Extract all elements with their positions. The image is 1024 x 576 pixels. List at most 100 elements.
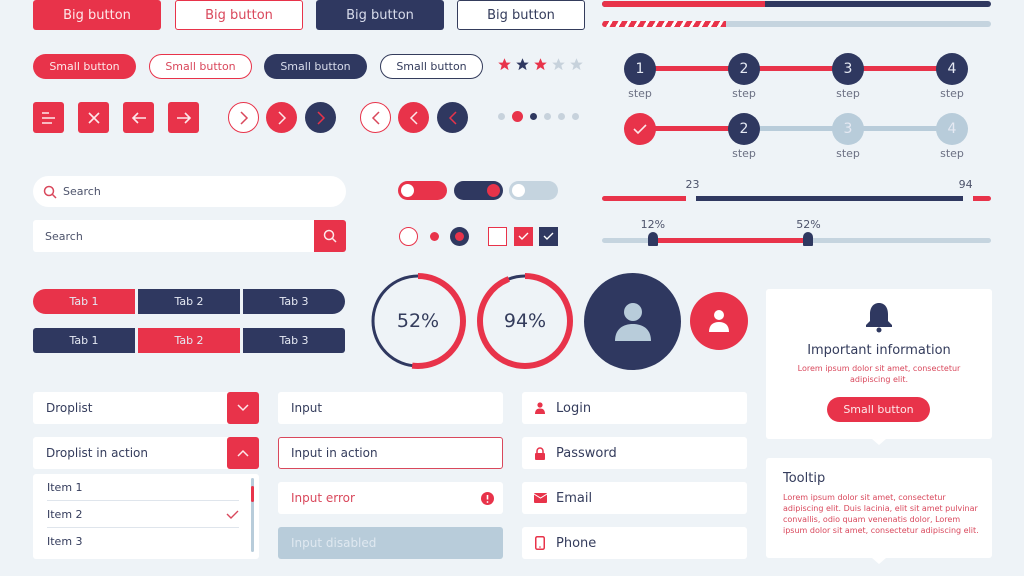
checkbox-checked-navy[interactable]: [539, 227, 558, 246]
percent-slider-handle-high[interactable]: [803, 232, 814, 246]
tab-3[interactable]: Tab 3: [243, 328, 345, 353]
tab-3[interactable]: Tab 3: [243, 289, 345, 314]
tab-bar-square: Tab 1 Tab 2 Tab 3: [33, 328, 345, 353]
notification-button[interactable]: Small button: [827, 397, 930, 422]
step-circle-pending[interactable]: 4: [936, 113, 968, 145]
page-dot[interactable]: [558, 113, 565, 120]
progress-donut: 52%: [370, 273, 466, 369]
range-slider-handle-low[interactable]: [686, 194, 697, 203]
droplist-item[interactable]: Item 3: [47, 528, 239, 555]
field-label: Phone: [556, 535, 597, 551]
forward-button[interactable]: [168, 102, 199, 133]
user-icon: [535, 402, 545, 414]
search-button[interactable]: [314, 220, 346, 252]
small-button-navy[interactable]: Small button: [264, 54, 367, 79]
step-circle-current[interactable]: 2: [728, 113, 760, 145]
step-circle[interactable]: 2: [728, 53, 760, 85]
chevron-left-icon: [371, 110, 380, 125]
user-icon: [709, 310, 729, 332]
menu-button[interactable]: [33, 102, 64, 133]
range-slider-selected: [696, 196, 963, 201]
star-icon[interactable]: [515, 57, 530, 72]
close-button[interactable]: [78, 102, 109, 133]
input-field[interactable]: Input: [278, 392, 503, 424]
step-circle[interactable]: 4: [936, 53, 968, 85]
droplist-toggle[interactable]: [227, 437, 259, 469]
droplist[interactable]: Droplist: [33, 392, 259, 424]
toggle-on-navy[interactable]: [454, 181, 503, 200]
scrollbar[interactable]: [251, 478, 254, 552]
input-field-error[interactable]: Input error: [278, 482, 503, 514]
input-field-active[interactable]: Input in action: [278, 437, 503, 469]
range-slider-handle-high[interactable]: [962, 194, 973, 203]
radio-small[interactable]: [430, 232, 439, 241]
search-input[interactable]: Search: [33, 220, 314, 252]
big-button-red-outline[interactable]: Big button: [175, 0, 303, 30]
chevron-right-icon: [277, 110, 286, 125]
prev-button-navy[interactable]: [437, 102, 468, 133]
star-icon[interactable]: [533, 57, 548, 72]
tab-2[interactable]: Tab 2: [138, 289, 240, 314]
page-dot[interactable]: [544, 113, 551, 120]
page-dot[interactable]: [572, 113, 579, 120]
pagination-dots: [498, 111, 579, 122]
star-icon[interactable]: [551, 57, 566, 72]
radio-unchecked[interactable]: [399, 227, 418, 246]
step-label: step: [940, 147, 964, 160]
scrollbar-thumb[interactable]: [251, 486, 254, 502]
step-circle-pending[interactable]: 3: [832, 113, 864, 145]
tab-2[interactable]: Tab 2: [138, 328, 240, 353]
tab-1[interactable]: Tab 1: [33, 289, 135, 314]
search-icon: [323, 229, 337, 243]
droplist-open[interactable]: Droplist in action: [33, 437, 259, 469]
email-field[interactable]: Email: [522, 482, 747, 514]
next-button-red[interactable]: [266, 102, 297, 133]
lock-icon: [535, 446, 545, 460]
droplist-item[interactable]: Item 1: [47, 474, 239, 501]
page-dot-active[interactable]: [512, 111, 523, 122]
next-button-outline[interactable]: [228, 102, 259, 133]
chevron-right-icon: [239, 110, 248, 125]
big-button-navy-outline[interactable]: Big button: [457, 0, 585, 30]
chevron-up-icon: [237, 449, 249, 457]
checkbox-checked-red[interactable]: [514, 227, 533, 246]
small-button-red-outline[interactable]: Small button: [149, 54, 252, 79]
small-button-red[interactable]: Small button: [33, 54, 136, 79]
toggle-disabled[interactable]: [509, 181, 558, 200]
prev-button-outline[interactable]: [360, 102, 391, 133]
search-input-rounded[interactable]: Search: [33, 176, 346, 207]
small-button-navy-outline[interactable]: Small button: [380, 54, 483, 79]
page-dot[interactable]: [530, 113, 537, 120]
login-field[interactable]: Login: [522, 392, 747, 424]
radio-checked[interactable]: [450, 227, 469, 246]
range-slider-low-label: 23: [685, 178, 700, 191]
checkbox-unchecked[interactable]: [488, 227, 507, 246]
next-button-navy[interactable]: [305, 102, 336, 133]
avatar-small[interactable]: [690, 292, 748, 350]
toggle-knob: [512, 184, 525, 197]
step-label: step: [732, 87, 756, 100]
star-rating[interactable]: [497, 57, 584, 72]
prev-button-red[interactable]: [398, 102, 429, 133]
step-circle-done[interactable]: [624, 113, 656, 145]
step-circle[interactable]: 1: [624, 53, 656, 85]
check-icon: [633, 124, 647, 135]
toggle-off-red[interactable]: [398, 181, 447, 200]
tab-1[interactable]: Tab 1: [33, 328, 135, 353]
avatar-large[interactable]: [584, 273, 681, 370]
password-field[interactable]: Password: [522, 437, 747, 469]
percent-slider-low-label: 12%: [640, 218, 666, 231]
droplist-toggle[interactable]: [227, 392, 259, 424]
big-button-navy[interactable]: Big button: [316, 0, 444, 30]
step-circle[interactable]: 3: [832, 53, 864, 85]
star-icon[interactable]: [569, 57, 584, 72]
droplist-item-selected[interactable]: Item 2: [47, 501, 239, 528]
notification-pointer: [872, 439, 886, 445]
back-button[interactable]: [123, 102, 154, 133]
big-button-red[interactable]: Big button: [33, 0, 161, 30]
page-dot[interactable]: [498, 113, 505, 120]
star-icon[interactable]: [497, 57, 512, 72]
percent-slider-handle-low[interactable]: [647, 232, 658, 246]
step-label: step: [732, 147, 756, 160]
phone-field[interactable]: Phone: [522, 527, 747, 559]
